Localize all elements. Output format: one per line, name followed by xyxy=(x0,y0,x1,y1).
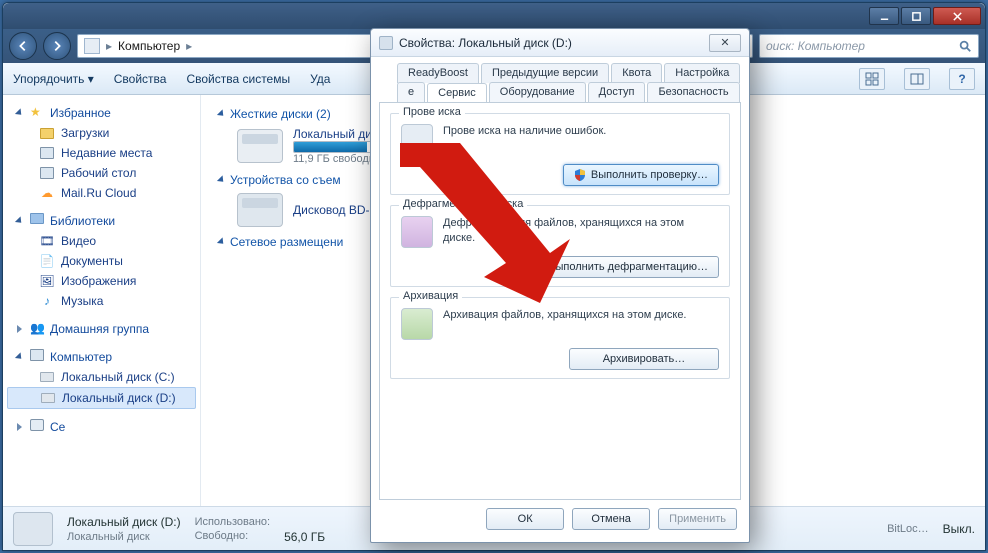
group-check-disk: Прове иска Прове иска на наличие ошибок.… xyxy=(390,113,730,195)
sidebar-item-mailru[interactable]: ☁Mail.Ru Cloud xyxy=(3,183,200,203)
defrag-now-button[interactable]: Выполнить дефрагментацию… xyxy=(537,256,719,278)
defrag-icon xyxy=(401,216,433,248)
sidebar-label-homegroup: Домашняя группа xyxy=(50,322,149,336)
sidebar-item-downloads[interactable]: Загрузки xyxy=(3,123,200,143)
chevron-right-icon: ▸ xyxy=(106,39,112,53)
group-backup: Архивация Архивация файлов, хранящихся н… xyxy=(390,297,730,379)
sidebar-label-favorites: Избранное xyxy=(50,106,111,120)
sidebar-item-disk-c[interactable]: Локальный диск (C:) xyxy=(3,367,200,387)
tab-previous-versions[interactable]: Предыдущие версии xyxy=(481,63,609,83)
status-bitlocker-value: Выкл. xyxy=(943,522,975,536)
properties-dialog: Свойства: Локальный диск (D:) ✕ ReadyBoo… xyxy=(370,28,750,543)
tab-readyboost[interactable]: ReadyBoost xyxy=(397,63,479,83)
tab-sharing[interactable]: Доступ xyxy=(588,82,646,103)
nav-back-button[interactable] xyxy=(9,32,37,60)
group-defrag-legend: Дефрагментация диска xyxy=(399,198,527,210)
document-icon: 📄 xyxy=(39,253,55,269)
tab-quota[interactable]: Квота xyxy=(611,63,662,83)
close-button[interactable] xyxy=(933,7,981,25)
tab-security[interactable]: Безопасность xyxy=(647,82,739,103)
uninstall-button[interactable]: Уда xyxy=(310,72,330,86)
sidebar-label-libraries: Библиотеки xyxy=(50,214,115,228)
sidebar-item-disk-d[interactable]: Локальный диск (D:) xyxy=(7,387,196,409)
status-drive-name: Локальный диск (D:) xyxy=(67,515,181,529)
search-placeholder: оиск: Компьютер xyxy=(766,39,865,53)
homegroup-icon: 👥 xyxy=(30,321,46,337)
group-check-legend: Прове иска xyxy=(399,106,465,118)
navigation-pane: ★ Избранное Загрузки Недавние места Рабо… xyxy=(3,95,201,506)
backup-now-button[interactable]: Архивировать… xyxy=(569,348,719,370)
status-drive-type: Локальный диск xyxy=(67,531,181,543)
sidebar-item-desktop[interactable]: Рабочий стол xyxy=(3,163,200,183)
sidebar-group-favorites[interactable]: ★ Избранное xyxy=(3,103,200,123)
group-backup-legend: Архивация xyxy=(399,290,462,302)
check-disk-icon xyxy=(401,124,433,156)
star-icon: ★ xyxy=(30,105,46,121)
status-bitlocker-label: BitLoc… xyxy=(887,523,929,535)
drive-icon xyxy=(379,36,393,50)
tab-panel-tools: Прове иска Прове иска на наличие ошибок.… xyxy=(379,102,741,500)
search-icon xyxy=(958,39,972,53)
tab-tools[interactable]: Сервис xyxy=(427,83,487,104)
dialog-close-button[interactable]: ✕ xyxy=(709,34,741,52)
nav-forward-button[interactable] xyxy=(43,32,71,60)
sidebar-group-homegroup[interactable]: 👥 Домашняя группа xyxy=(3,319,200,339)
status-free-label: Свободно: xyxy=(195,530,271,542)
music-icon: ♪ xyxy=(39,293,55,309)
tab-customize[interactable]: Настройка xyxy=(664,63,740,83)
ok-button[interactable]: ОК xyxy=(486,508,564,530)
sidebar-item-videos[interactable]: 🎞Видео xyxy=(3,231,200,251)
sidebar-item-pictures[interactable]: 🖼Изображения xyxy=(3,271,200,291)
status-used-label: Использовано: xyxy=(195,516,271,528)
uac-shield-icon xyxy=(574,169,586,181)
drive-icon xyxy=(13,512,53,546)
picture-icon: 🖼 xyxy=(39,273,55,289)
sidebar-item-documents[interactable]: 📄Документы xyxy=(3,251,200,271)
check-now-button[interactable]: Выполнить проверку… xyxy=(563,164,719,186)
organize-menu[interactable]: Упорядочить ▾ xyxy=(13,72,94,86)
view-options-button[interactable] xyxy=(859,68,885,90)
optical-drive-name: Дисковод BD-R xyxy=(293,203,378,217)
help-button[interactable]: ? xyxy=(949,68,975,90)
drive-icon xyxy=(237,129,283,163)
preview-pane-button[interactable] xyxy=(904,68,930,90)
search-input[interactable]: оиск: Компьютер xyxy=(759,34,979,58)
backup-icon xyxy=(401,308,433,340)
sidebar-label-computer: Компьютер xyxy=(50,350,112,364)
sidebar-group-network[interactable]: Се xyxy=(3,417,200,437)
dialog-title-text: Свойства: Локальный диск (D:) xyxy=(399,36,572,50)
sidebar-item-music[interactable]: ♪Музыка xyxy=(3,291,200,311)
breadcrumb-computer[interactable]: Компьютер xyxy=(118,39,180,53)
defrag-text: Дефрагментация файлов, хранящихся на это… xyxy=(443,216,719,246)
sidebar-item-recent[interactable]: Недавние места xyxy=(3,143,200,163)
properties-button[interactable]: Свойства xyxy=(114,72,167,86)
optical-drive-icon xyxy=(237,193,283,227)
video-icon: 🎞 xyxy=(39,233,55,249)
system-properties-button[interactable]: Свойства системы xyxy=(186,72,290,86)
tab-hardware[interactable]: Оборудование xyxy=(489,82,586,103)
maximize-button[interactable] xyxy=(901,7,931,25)
status-used-value xyxy=(284,514,325,528)
cancel-button[interactable]: Отмена xyxy=(572,508,650,530)
dialog-titlebar[interactable]: Свойства: Локальный диск (D:) ✕ xyxy=(371,29,749,57)
sidebar-label-network: Се xyxy=(50,420,65,434)
sidebar-group-libraries[interactable]: Библиотеки xyxy=(3,211,200,231)
status-free-value: 56,0 ГБ xyxy=(284,530,325,544)
window-titlebar[interactable] xyxy=(3,3,985,29)
backup-text: Архивация файлов, хранящихся на этом дис… xyxy=(443,308,687,323)
dialog-button-row: ОК Отмена Применить xyxy=(371,500,749,538)
check-disk-text: Прове иска на наличие ошибок. xyxy=(443,124,606,139)
sidebar-group-computer[interactable]: Компьютер xyxy=(3,347,200,367)
minimize-button[interactable] xyxy=(869,7,899,25)
apply-button[interactable]: Применить xyxy=(658,508,737,530)
tab-strip: ReadyBoost Предыдущие версии Квота Настр… xyxy=(371,57,749,103)
group-defrag: Дефрагментация диска Дефрагментация файл… xyxy=(390,205,730,287)
tab-general-truncated[interactable]: е xyxy=(397,82,425,103)
computer-icon xyxy=(84,38,100,54)
chevron-right-icon: ▸ xyxy=(186,39,192,53)
